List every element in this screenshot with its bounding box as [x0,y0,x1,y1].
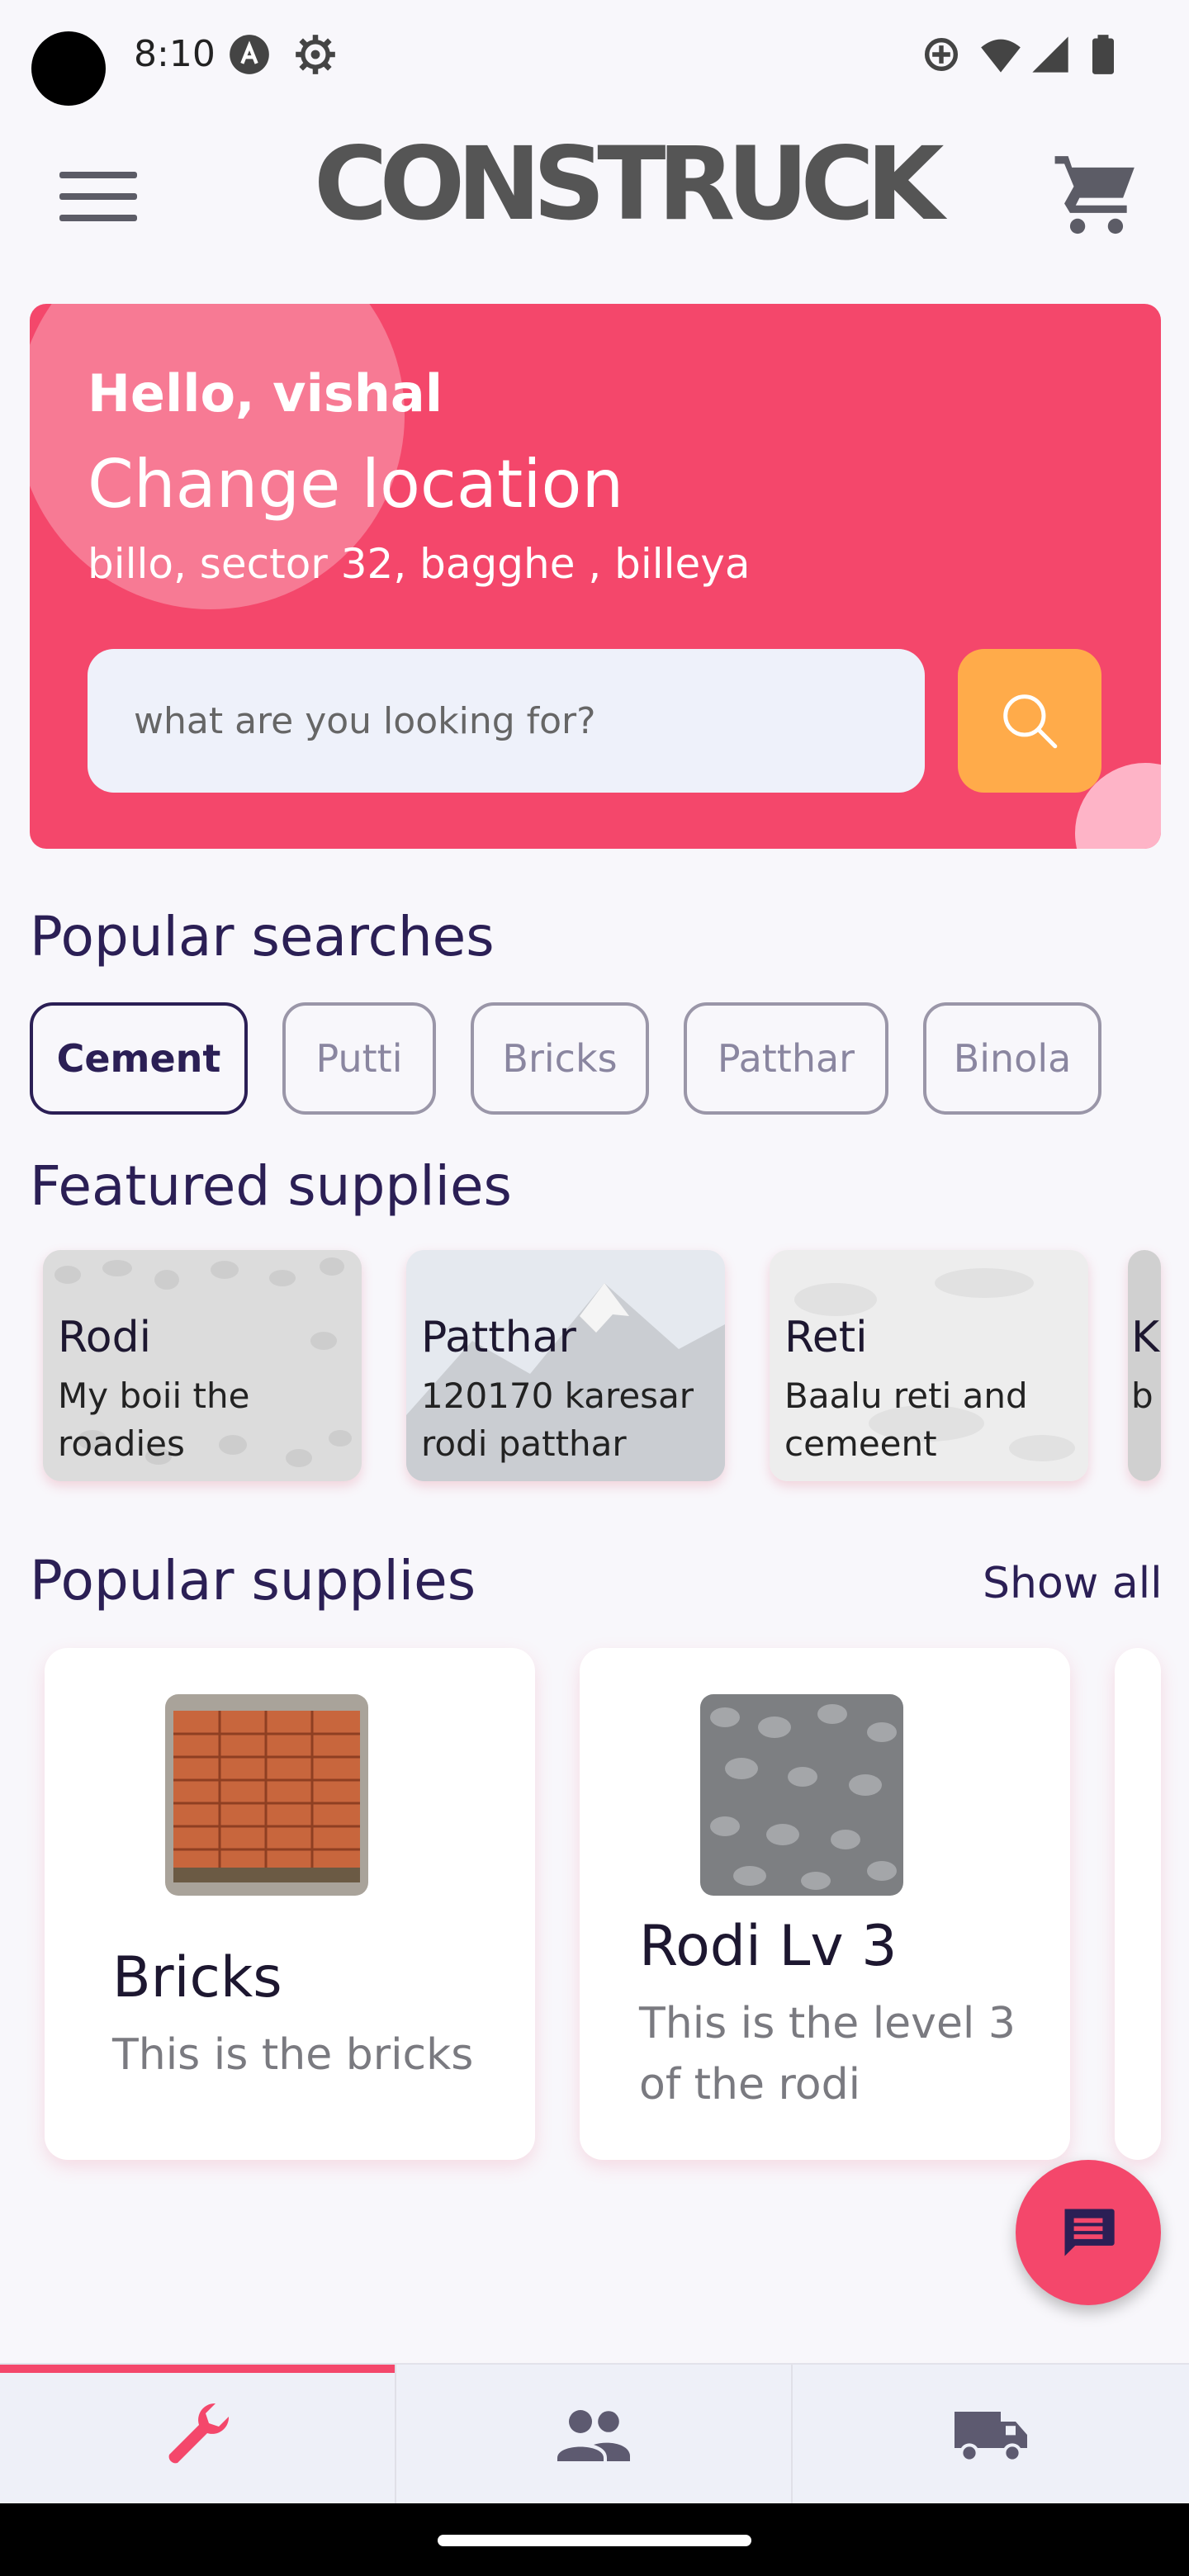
chip-putti[interactable]: Putti [282,1002,436,1115]
popular-description: This is the bricks [112,2030,474,2080]
gravel-photo [700,1694,903,1896]
popular-title: Rodi Lv 3 [639,1914,898,1979]
hamburger-menu-icon [59,172,137,178]
wrench-icon [168,2403,230,2464]
status-time: 8:10 [134,33,216,75]
chat-icon [1064,2209,1115,2256]
featured-card-rodi[interactable]: Rodi My boii the roadies [43,1250,362,1481]
featured-description: 120170 karesar rodi patthar [421,1376,694,1464]
tab-delivery[interactable] [793,2365,1189,2505]
featured-title: Rodi [58,1313,152,1362]
chip-patthar[interactable]: Patthar [684,1002,888,1115]
signal-icon [1032,36,1068,73]
tab-community[interactable] [396,2365,793,2505]
chip-bricks[interactable]: Bricks [471,1002,649,1115]
truck-icon [955,2412,1027,2463]
current-address: billo, sector 32, bagghe , billeya [88,540,751,588]
featured-card-reti[interactable]: Reti Baalu reti and cemeent [770,1250,1088,1481]
popular-searches-title: Popular searches [30,905,495,968]
wifi-icon [981,39,1021,73]
bricks-photo [165,1694,368,1896]
greeting-text: Hello, vishal [88,363,443,424]
battery-icon [1092,35,1114,74]
people-icon [557,2410,630,2461]
settings-icon [296,35,335,74]
popular-card-rodi-lv3[interactable]: Rodi Lv 3 This is the level 3 of the rod… [580,1648,1070,2160]
featured-description: Baalu reti and cemeent [784,1376,1028,1464]
a-circle-icon [230,35,269,74]
featured-title: Patthar [421,1313,576,1362]
featured-description: My boii the roadies [58,1376,250,1464]
search-icon [1003,694,1058,749]
bricks-image [165,1694,368,1896]
camera-cutout [31,31,106,106]
gravel-image [700,1694,903,1896]
popular-description: This is the level 3 of the rodi [639,1999,1016,2110]
sync-icon [924,37,959,72]
hero-location-card: Hello, vishal Change location billo, sec… [30,304,1161,849]
menu-button[interactable] [53,162,144,228]
hamburger-line [59,193,137,200]
bottom-navigation [0,2363,1189,2505]
chip-binola[interactable]: Binola [923,1002,1101,1115]
popular-card-bricks[interactable]: Bricks This is the bricks [45,1648,535,2160]
popular-title: Bricks [112,1945,282,2010]
featured-title: Reti [784,1313,868,1362]
tab-supplies[interactable] [0,2365,396,2505]
shopping-cart-icon [1054,156,1135,234]
hamburger-line [59,215,137,221]
home-gesture-handle[interactable] [438,2535,751,2546]
chip-cement[interactable]: Cement [30,1002,248,1115]
popular-supplies-title: Popular supplies [30,1549,476,1612]
featured-card-partial[interactable]: K b [1128,1250,1161,1481]
brand-logo: CONSTRUCK [314,125,945,243]
featured-card-patthar[interactable]: Patthar 120170 karesar rodi patthar [406,1250,725,1481]
popular-card-partial[interactable] [1115,1648,1161,2160]
show-all-link[interactable]: Show all [983,1559,1163,1608]
featured-supplies-title: Featured supplies [30,1154,512,1218]
chat-fab[interactable] [1016,2160,1161,2305]
search-input[interactable] [88,649,925,793]
change-location-link[interactable]: Change location [88,446,623,523]
product-image [1128,1250,1161,1481]
featured-description: b [1131,1376,1153,1416]
featured-title: K [1131,1313,1160,1362]
status-bar: 8:10 [0,0,1189,116]
cart-button[interactable] [1047,149,1146,239]
search-button[interactable] [958,649,1101,793]
